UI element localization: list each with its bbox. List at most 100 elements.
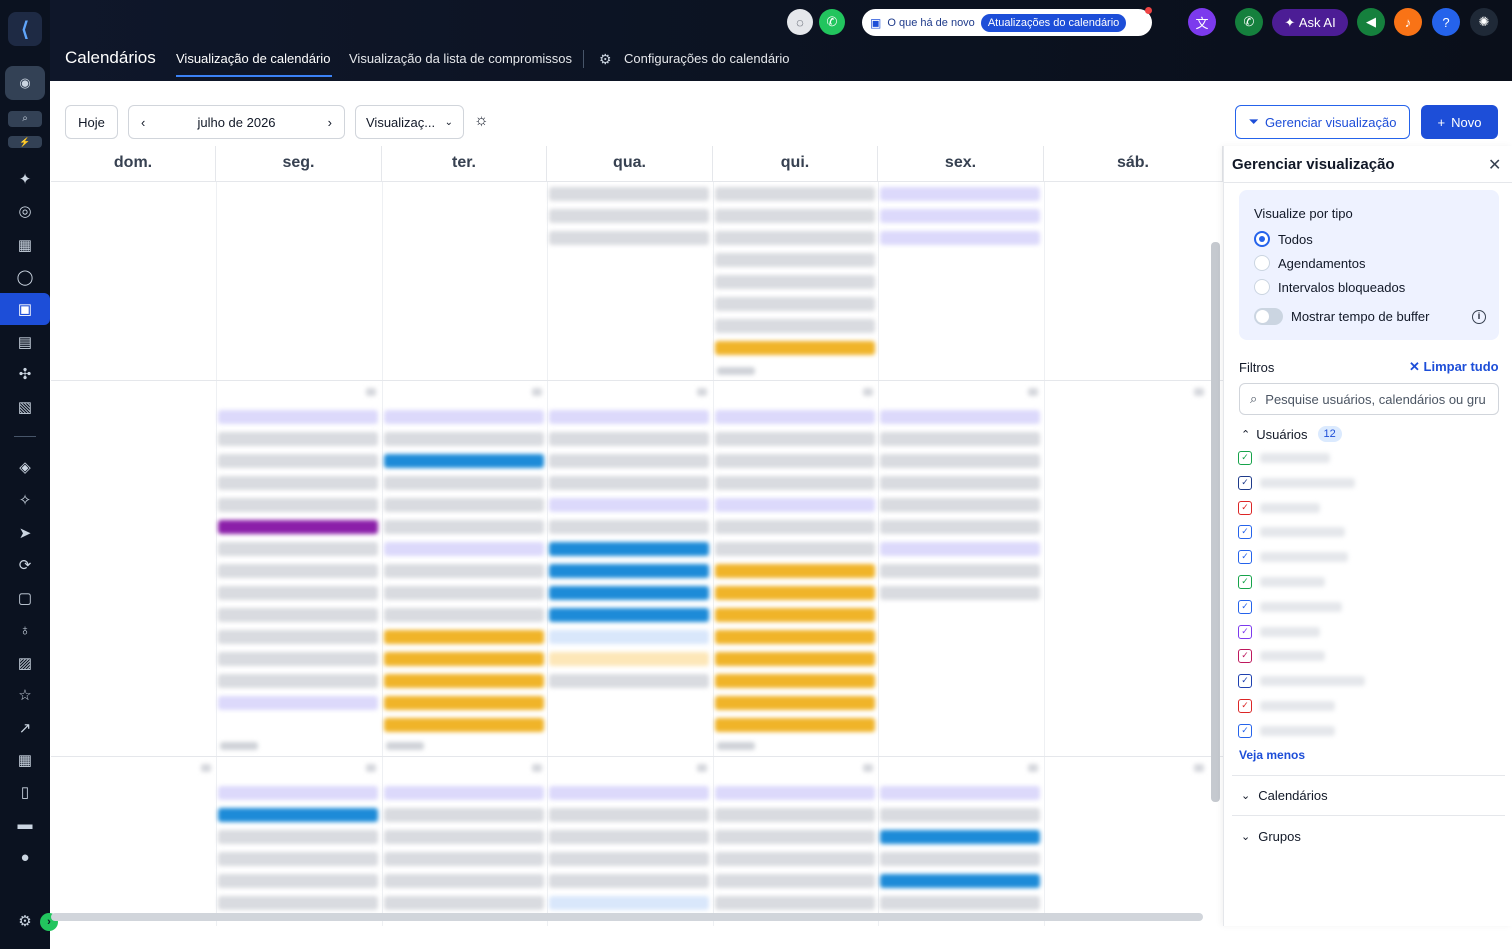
checkbox-checked-icon[interactable]: ✓ [1238, 500, 1252, 515]
calendar-event[interactable] [549, 608, 709, 622]
whatsapp-icon[interactable]: ✆ [819, 9, 845, 35]
gear-icon[interactable]: ⚙ [599, 51, 612, 68]
calendar-event[interactable] [218, 542, 378, 556]
prev-month-icon[interactable]: ‹ [141, 115, 145, 130]
sidebar-search-icon[interactable]: ⌕ [8, 111, 42, 127]
calendar-event[interactable] [549, 520, 709, 534]
calendar-event[interactable] [549, 652, 709, 666]
calendar-event[interactable] [715, 630, 875, 644]
user-avatar[interactable]: ✺ [1470, 8, 1498, 36]
radio-blocked-slots[interactable]: Intervalos bloqueados [1254, 279, 1405, 295]
calendar-event[interactable] [880, 454, 1040, 468]
calendar-event[interactable] [384, 652, 544, 666]
tab-calendar-settings[interactable]: Configurações do calendário [624, 51, 790, 66]
checkbox-checked-icon[interactable]: ✓ [1238, 475, 1252, 490]
settings-icon[interactable]: ⚙ [13, 909, 37, 933]
calendar-event[interactable] [880, 410, 1040, 424]
calendar-event[interactable] [715, 319, 875, 333]
calendar-event[interactable] [880, 498, 1040, 512]
calendar-event[interactable] [880, 564, 1040, 578]
checkbox-checked-icon[interactable]: ✓ [1238, 525, 1252, 540]
calendar-event[interactable] [218, 630, 378, 644]
reporting-icon[interactable]: ↗ [13, 716, 37, 740]
calendar-event[interactable] [218, 608, 378, 622]
calendar-event[interactable] [549, 542, 709, 556]
close-icon[interactable]: ✕ [1488, 155, 1501, 175]
calendar-event[interactable] [549, 454, 709, 468]
calendar-event[interactable] [715, 896, 875, 910]
clear-all-button[interactable]: ✕ Limpar tudo [1409, 359, 1499, 375]
calendar-event[interactable] [384, 718, 544, 732]
calendars-section-header[interactable]: ⌄ Calendários [1241, 788, 1328, 803]
calendar-event[interactable] [384, 432, 544, 446]
day-number[interactable] [1194, 388, 1204, 396]
calendar-icon[interactable]: ▣ [0, 293, 50, 325]
info-icon[interactable]: i [1472, 309, 1486, 324]
calendar-event[interactable] [880, 874, 1040, 888]
calendar-event[interactable] [880, 786, 1040, 800]
calendar-event[interactable] [218, 454, 378, 468]
calendar-event[interactable] [715, 696, 875, 710]
calendar-event[interactable] [715, 608, 875, 622]
calendar-event[interactable] [715, 830, 875, 844]
calendar-event[interactable] [880, 830, 1040, 844]
calendar-event[interactable] [715, 432, 875, 446]
calendar-event[interactable] [218, 432, 378, 446]
calendar-event[interactable] [715, 718, 875, 732]
calendar-event[interactable] [715, 674, 875, 688]
notifications-bell-icon[interactable]: ♪ [1394, 8, 1422, 36]
calendar-event[interactable] [715, 808, 875, 822]
calendar-event[interactable] [384, 674, 544, 688]
calendar-event[interactable] [384, 476, 544, 490]
vertical-scrollbar[interactable] [1211, 242, 1220, 802]
calendar-event[interactable] [715, 786, 875, 800]
calendar-event[interactable] [218, 874, 378, 888]
calendar-event[interactable] [218, 586, 378, 600]
radio-icon[interactable] [1254, 255, 1270, 271]
filter-search-input[interactable] [1265, 391, 1486, 407]
calendar-event[interactable] [549, 674, 709, 688]
calendar-event[interactable] [880, 209, 1040, 223]
radio-icon[interactable] [1254, 279, 1270, 295]
calendar-event[interactable] [880, 476, 1040, 490]
calendar-event[interactable] [715, 652, 875, 666]
user-filter-item[interactable]: ✓ [1238, 451, 1330, 465]
checkbox-checked-icon[interactable]: ✓ [1238, 599, 1252, 614]
calendar-event[interactable] [549, 586, 709, 600]
user-filter-item[interactable]: ✓ [1238, 525, 1345, 540]
user-filter-item[interactable]: ✓ [1238, 575, 1325, 589]
checkbox-checked-icon[interactable]: ✓ [1238, 723, 1252, 738]
calendar-event[interactable] [218, 498, 378, 512]
calendar-event[interactable] [880, 852, 1040, 866]
checkbox-checked-icon[interactable]: ✓ [1238, 575, 1252, 589]
day-number[interactable] [1028, 388, 1038, 396]
day-number[interactable] [1028, 764, 1038, 772]
calendar-event[interactable] [715, 520, 875, 534]
marketing-icon[interactable]: ◈ [13, 455, 37, 479]
announcements-icon[interactable]: ◀ [1357, 8, 1385, 36]
calendar-event[interactable] [549, 231, 709, 245]
calendar-event[interactable] [218, 696, 378, 710]
buffer-toggle[interactable] [1254, 308, 1283, 325]
calendar-event[interactable] [384, 830, 544, 844]
calendar-event[interactable] [384, 608, 544, 622]
horizontal-scrollbar[interactable] [51, 913, 1203, 921]
calendar-event[interactable] [715, 341, 875, 355]
calendar-event[interactable] [218, 808, 378, 822]
calendar-event[interactable] [549, 564, 709, 578]
calendar-event[interactable] [715, 476, 875, 490]
calendar-event[interactable] [880, 432, 1040, 446]
ai-agents-icon[interactable]: ✧ [13, 488, 37, 512]
whats-new-pill[interactable]: ▣ O que há de novo Atualizações do calen… [862, 9, 1152, 36]
day-number[interactable] [366, 388, 376, 396]
contacts-icon[interactable]: ▤ [13, 330, 37, 354]
calendar-event[interactable] [715, 564, 875, 578]
calendar-event[interactable] [384, 410, 544, 424]
calendar-event[interactable] [218, 852, 378, 866]
user-filter-item[interactable]: ✓ [1238, 674, 1365, 689]
workflow-icon[interactable]: ⟳ [13, 553, 37, 577]
calendar-event[interactable] [715, 542, 875, 556]
checkbox-checked-icon[interactable]: ✓ [1238, 550, 1252, 565]
calendar-event[interactable] [549, 874, 709, 888]
more-events-link[interactable] [386, 742, 424, 750]
